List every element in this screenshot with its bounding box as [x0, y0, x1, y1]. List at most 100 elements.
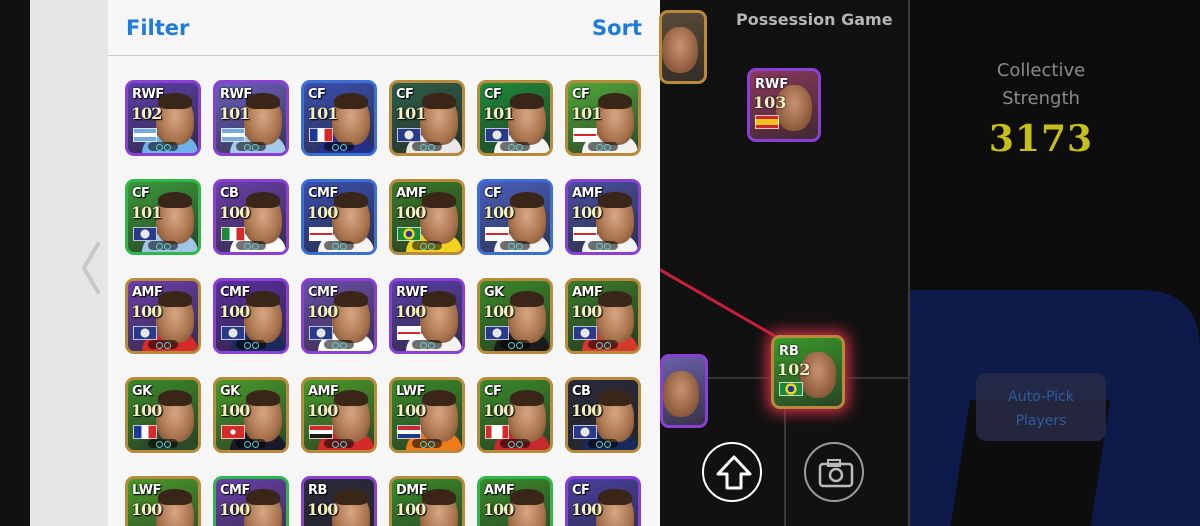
card-position: GK [220, 384, 240, 399]
card-rating: 100 [131, 500, 162, 519]
club-flag-icon [573, 326, 597, 340]
sort-button[interactable]: Sort [592, 16, 642, 40]
player-card[interactable]: RWF 100 [389, 278, 465, 354]
formation-player-card[interactable]: RB 102 [771, 335, 845, 409]
card-position: AMF [572, 285, 603, 300]
player-hair [246, 489, 280, 505]
england-flag-icon [309, 227, 333, 241]
player-hair [158, 291, 192, 307]
player-card[interactable]: CMF 100 [301, 179, 377, 255]
player-card[interactable]: CF 101 [301, 80, 377, 156]
player-card[interactable]: CB 100 [565, 377, 641, 453]
player-card[interactable]: CB 100 [213, 179, 289, 255]
card-position: LWF [132, 483, 162, 498]
card-position: CF [484, 87, 502, 102]
formation-player-card[interactable] [660, 354, 708, 428]
player-card[interactable]: CMF 100 [213, 278, 289, 354]
player-hair [510, 93, 544, 109]
card-rating: 100 [395, 203, 426, 222]
card-position: CB [220, 186, 239, 201]
skill-dots-icon [588, 340, 618, 349]
card-rating: 103 [753, 93, 787, 112]
card-rating: 101 [571, 104, 602, 123]
card-position: CF [132, 186, 150, 201]
france-flag-icon [133, 425, 157, 439]
skill-dots-icon [148, 439, 178, 448]
player-card[interactable]: LWF 100 [125, 476, 201, 526]
card-rating: 100 [395, 302, 426, 321]
card-rating: 101 [483, 104, 514, 123]
player-card[interactable]: AMF 100 [301, 377, 377, 453]
card-rating: 100 [571, 203, 602, 222]
player-hair [598, 192, 632, 208]
skill-dots-icon [500, 241, 530, 250]
card-rating: 100 [483, 203, 514, 222]
player-card[interactable]: AMF 100 [565, 179, 641, 255]
upload-button[interactable] [702, 442, 762, 502]
card-rating: 100 [571, 500, 602, 519]
skill-dots-icon [148, 142, 178, 151]
skill-dots-icon [412, 142, 442, 151]
player-card[interactable]: CMF 100 [301, 278, 377, 354]
chevron-left-icon[interactable] [78, 240, 104, 296]
collective-strength-value: 3173 [988, 118, 1094, 160]
player-card[interactable]: CF 101 [477, 80, 553, 156]
skill-dots-icon [148, 340, 178, 349]
player-hair [598, 489, 632, 505]
player-card[interactable]: DMF 100 [389, 476, 465, 526]
player-card[interactable]: CF 100 [477, 377, 553, 453]
player-hair [158, 390, 192, 406]
player-card[interactable]: CF 100 [477, 179, 553, 255]
player-card[interactable]: GK 100 [213, 377, 289, 453]
player-hair [158, 489, 192, 505]
player-hair [246, 390, 280, 406]
player-hair [510, 192, 544, 208]
player-card[interactable]: RB 100 [301, 476, 377, 526]
club-flag-icon [485, 128, 509, 142]
player-card[interactable]: AMF 100 [477, 476, 553, 526]
player-card[interactable]: CF 101 [389, 80, 465, 156]
formation-player-card[interactable] [659, 10, 707, 84]
club-flag-icon [573, 425, 597, 439]
card-position: RWF [220, 87, 252, 102]
card-rating: 100 [219, 203, 250, 222]
card-position: CF [572, 87, 590, 102]
england-flag-icon [573, 227, 597, 241]
card-rating: 102 [131, 104, 162, 123]
card-position: LWF [396, 384, 426, 399]
player-card[interactable]: AMF 100 [125, 278, 201, 354]
skill-dots-icon [324, 439, 354, 448]
player-hair [246, 291, 280, 307]
card-position: AMF [308, 384, 339, 399]
skill-dots-icon [588, 439, 618, 448]
player-card[interactable]: CF 101 [565, 80, 641, 156]
card-rating: 100 [307, 500, 338, 519]
card-position: AMF [484, 483, 515, 498]
formation-player-card[interactable]: RWF 103 [747, 68, 821, 142]
screenshot-button[interactable] [804, 442, 864, 502]
player-card[interactable]: CF 100 [565, 476, 641, 526]
club-flag-icon [133, 227, 157, 241]
card-position: CMF [308, 285, 338, 300]
auto-pick-button[interactable]: Auto-Pick Players [976, 373, 1106, 441]
skill-dots-icon [324, 340, 354, 349]
card-rating: 101 [131, 203, 162, 222]
player-card[interactable]: GK 100 [477, 278, 553, 354]
card-rating: 100 [571, 302, 602, 321]
player-card[interactable]: AMF 100 [389, 179, 465, 255]
player-hair [598, 390, 632, 406]
player-card[interactable]: CF 101 [125, 179, 201, 255]
card-rating: 100 [219, 500, 250, 519]
card-rating: 102 [777, 360, 811, 379]
player-card[interactable]: CMF 100 [213, 476, 289, 526]
player-card[interactable]: LWF 100 [389, 377, 465, 453]
camera-icon [818, 459, 854, 488]
skill-dots-icon [500, 142, 530, 151]
player-card[interactable]: RWF 101 [213, 80, 289, 156]
england-flag-icon [397, 326, 421, 340]
filter-button[interactable]: Filter [126, 16, 189, 40]
player-card[interactable]: AMF 100 [565, 278, 641, 354]
player-card[interactable]: GK 100 [125, 377, 201, 453]
canada-flag-icon [485, 425, 509, 439]
player-card[interactable]: RWF 102 [125, 80, 201, 156]
